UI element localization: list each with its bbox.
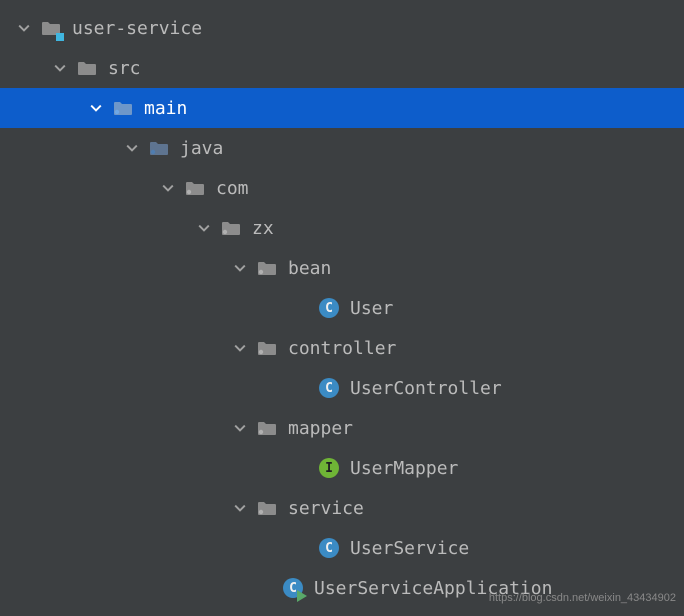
- class-icon: C: [318, 377, 340, 399]
- tree-item-label: com: [216, 178, 249, 199]
- package-icon: [220, 217, 242, 239]
- expand-chevron-icon[interactable]: [50, 58, 70, 78]
- interface-icon: I: [318, 457, 340, 479]
- tree-item-label: mapper: [288, 418, 353, 439]
- folder-java[interactable]: java: [0, 128, 684, 168]
- expand-chevron-icon[interactable]: [230, 498, 250, 518]
- tree-item-label: src: [108, 58, 141, 79]
- expand-chevron-icon[interactable]: [14, 18, 34, 38]
- runnable-class-icon: C: [282, 577, 304, 599]
- package-service[interactable]: service: [0, 488, 684, 528]
- tree-item-label: java: [180, 138, 223, 159]
- package-icon: [256, 337, 278, 359]
- expand-chevron-icon[interactable]: [230, 258, 250, 278]
- tree-item-label: zx: [252, 218, 274, 239]
- expand-chevron-icon[interactable]: [230, 338, 250, 358]
- package-bean[interactable]: bean: [0, 248, 684, 288]
- package-icon: [256, 497, 278, 519]
- tree-item-label: controller: [288, 338, 396, 359]
- tree-item-label: User: [350, 298, 393, 319]
- expand-chevron-icon[interactable]: [122, 138, 142, 158]
- tree-item-label: service: [288, 498, 364, 519]
- package-mapper[interactable]: mapper: [0, 408, 684, 448]
- package-controller[interactable]: controller: [0, 328, 684, 368]
- class-user[interactable]: C User: [0, 288, 684, 328]
- tree-item-label: main: [144, 98, 187, 119]
- class-icon: C: [318, 537, 340, 559]
- expand-chevron-icon[interactable]: [230, 418, 250, 438]
- package-icon: [256, 257, 278, 279]
- project-tree: user-service srcmain java comzxbean C User con…: [0, 8, 684, 608]
- package-zx[interactable]: zx: [0, 208, 684, 248]
- expand-chevron-icon[interactable]: [194, 218, 214, 238]
- expand-chevron-icon[interactable]: [158, 178, 178, 198]
- source-folder-icon: [148, 137, 170, 159]
- interface-usermapper[interactable]: I UserMapper: [0, 448, 684, 488]
- tree-item-label: UserController: [350, 378, 502, 399]
- source-folder-icon: [112, 97, 134, 119]
- module-user-service[interactable]: user-service: [0, 8, 684, 48]
- tree-item-label: bean: [288, 258, 331, 279]
- watermark-text: https://blog.csdn.net/weixin_43434902: [489, 592, 676, 604]
- tree-item-label: UserMapper: [350, 458, 458, 479]
- folder-src[interactable]: src: [0, 48, 684, 88]
- class-userservice[interactable]: C UserService: [0, 528, 684, 568]
- tree-item-label: UserService: [350, 538, 469, 559]
- class-usercontroller[interactable]: C UserController: [0, 368, 684, 408]
- module-folder-icon: [40, 17, 62, 39]
- package-icon: [184, 177, 206, 199]
- tree-item-label: user-service: [72, 18, 202, 39]
- package-icon: [256, 417, 278, 439]
- folder-main[interactable]: main: [0, 88, 684, 128]
- folder-icon: [76, 57, 98, 79]
- class-icon: C: [318, 297, 340, 319]
- package-com[interactable]: com: [0, 168, 684, 208]
- expand-chevron-icon[interactable]: [86, 98, 106, 118]
